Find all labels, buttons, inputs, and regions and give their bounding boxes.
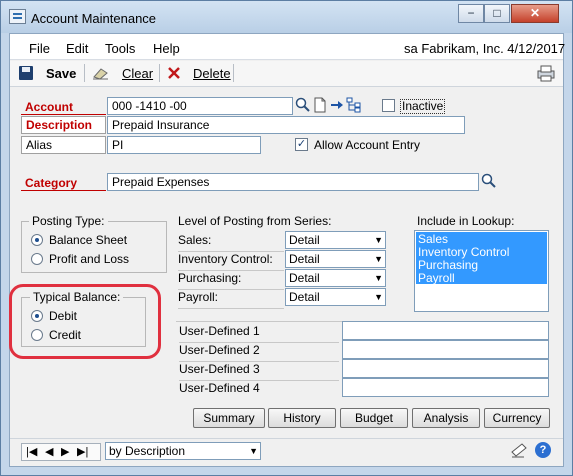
- payroll-posting-label: Payroll:: [178, 290, 284, 309]
- inactive-label: Inactive: [400, 99, 446, 114]
- menu-help[interactable]: Help: [153, 41, 180, 56]
- user-defined-1-label: User-Defined 1: [179, 324, 339, 343]
- save-icon: [19, 66, 33, 80]
- user-company-date: sa Fabrikam, Inc. 4/12/2017: [404, 41, 566, 56]
- previous-record-icon[interactable]: ◀: [45, 445, 53, 458]
- toolbar-separator: [159, 64, 160, 82]
- lookup-item-sales[interactable]: Sales: [418, 233, 448, 245]
- chevron-down-icon: ▼: [374, 273, 383, 283]
- note-icon[interactable]: [510, 442, 528, 458]
- include-lookup-title: Include in Lookup:: [417, 214, 515, 228]
- summary-button[interactable]: Summary: [193, 408, 265, 428]
- balance-sheet-label: Balance Sheet: [49, 233, 128, 247]
- lookup-item-purchasing[interactable]: Purchasing: [418, 259, 478, 271]
- clear-button[interactable]: Clear: [122, 66, 153, 81]
- history-button[interactable]: History: [268, 408, 336, 428]
- balance-sheet-radio[interactable]: [31, 234, 43, 246]
- category-label: Category: [25, 176, 78, 190]
- budget-button[interactable]: Budget: [340, 408, 408, 428]
- purchasing-posting-dropdown[interactable]: Detail ▼: [285, 269, 386, 287]
- sort-order-value: by Description: [109, 444, 186, 458]
- toolbar-separator: [84, 64, 85, 82]
- chevron-down-icon: ▼: [249, 446, 258, 456]
- allow-account-entry-label: Allow Account Entry: [314, 138, 421, 152]
- currency-button[interactable]: Currency: [484, 408, 550, 428]
- maximize-button[interactable]: □: [484, 4, 510, 23]
- payroll-posting-value: Detail: [289, 290, 320, 304]
- chevron-down-icon: ▼: [374, 254, 383, 264]
- user-defined-1-field[interactable]: [342, 321, 549, 340]
- profit-and-loss-radio[interactable]: [31, 253, 43, 265]
- last-record-icon[interactable]: ▶|: [77, 445, 88, 458]
- print-icon[interactable]: [536, 64, 556, 82]
- analysis-button[interactable]: Analysis: [412, 408, 480, 428]
- new-document-icon[interactable]: [312, 97, 328, 113]
- payroll-posting-dropdown[interactable]: Detail ▼: [285, 288, 386, 306]
- posting-type-title: Posting Type:: [29, 214, 108, 228]
- level-posting-title: Level of Posting from Series:: [178, 214, 332, 228]
- purchasing-posting-value: Detail: [289, 271, 320, 285]
- lookup-item-payroll[interactable]: Payroll: [418, 272, 455, 284]
- inactive-checkbox[interactable]: [382, 99, 395, 112]
- description-field[interactable]: Prepaid Insurance: [107, 116, 465, 134]
- inventory-posting-label: Inventory Control:: [178, 252, 284, 271]
- eraser-icon: [92, 66, 110, 80]
- next-record-icon[interactable]: ▶: [61, 445, 69, 458]
- required-underline: [21, 190, 106, 191]
- close-button[interactable]: ✕: [511, 4, 559, 23]
- user-defined-4-field[interactable]: [342, 378, 549, 397]
- user-defined-2-label: User-Defined 2: [179, 343, 339, 362]
- sales-posting-value: Detail: [289, 233, 320, 247]
- hierarchy-icon[interactable]: [346, 97, 362, 113]
- user-defined-3-field[interactable]: [342, 359, 549, 378]
- description-label: Description: [21, 116, 106, 134]
- required-underline: [21, 114, 106, 115]
- purchasing-posting-label: Purchasing:: [178, 271, 284, 290]
- sort-order-dropdown[interactable]: by Description ▼: [105, 442, 261, 460]
- menu-file[interactable]: File: [29, 41, 50, 56]
- allow-account-entry-checkbox[interactable]: ✓: [295, 138, 308, 151]
- help-icon[interactable]: ?: [535, 442, 551, 458]
- category-lookup-icon[interactable]: [481, 173, 497, 189]
- user-defined-4-label: User-Defined 4: [179, 381, 260, 395]
- account-number-field[interactable]: 000 -1410 -00: [107, 97, 293, 115]
- toolbar-separator: [233, 64, 234, 82]
- inventory-posting-value: Detail: [289, 252, 320, 266]
- profit-and-loss-label: Profit and Loss: [49, 252, 130, 266]
- account-label: Account: [25, 100, 73, 114]
- highlight-annotation: [9, 284, 161, 359]
- alias-field[interactable]: PI: [107, 136, 261, 154]
- menu-tools[interactable]: Tools: [105, 41, 135, 56]
- app-icon: [9, 9, 26, 24]
- save-button[interactable]: Save: [46, 66, 76, 81]
- lookup-icon[interactable]: [295, 97, 311, 113]
- lookup-item-inventory-control[interactable]: Inventory Control: [418, 246, 509, 258]
- category-field[interactable]: Prepaid Expenses: [107, 173, 479, 191]
- sales-posting-dropdown[interactable]: Detail ▼: [285, 231, 386, 249]
- chevron-down-icon: ▼: [374, 292, 383, 302]
- sales-posting-label: Sales:: [178, 233, 284, 252]
- user-defined-2-field[interactable]: [342, 340, 549, 359]
- delete-button[interactable]: Delete: [193, 66, 231, 81]
- chevron-down-icon: ▼: [374, 235, 383, 245]
- arrow-right-icon[interactable]: [329, 97, 345, 113]
- inventory-posting-dropdown[interactable]: Detail ▼: [285, 250, 386, 268]
- minimize-button[interactable]: −: [458, 4, 484, 23]
- delete-x-icon: [166, 65, 182, 81]
- user-defined-3-label: User-Defined 3: [179, 362, 339, 381]
- menu-edit[interactable]: Edit: [66, 41, 88, 56]
- first-record-icon[interactable]: |◀: [26, 445, 37, 458]
- alias-label: Alias: [21, 136, 106, 154]
- window-title: Account Maintenance: [31, 11, 157, 26]
